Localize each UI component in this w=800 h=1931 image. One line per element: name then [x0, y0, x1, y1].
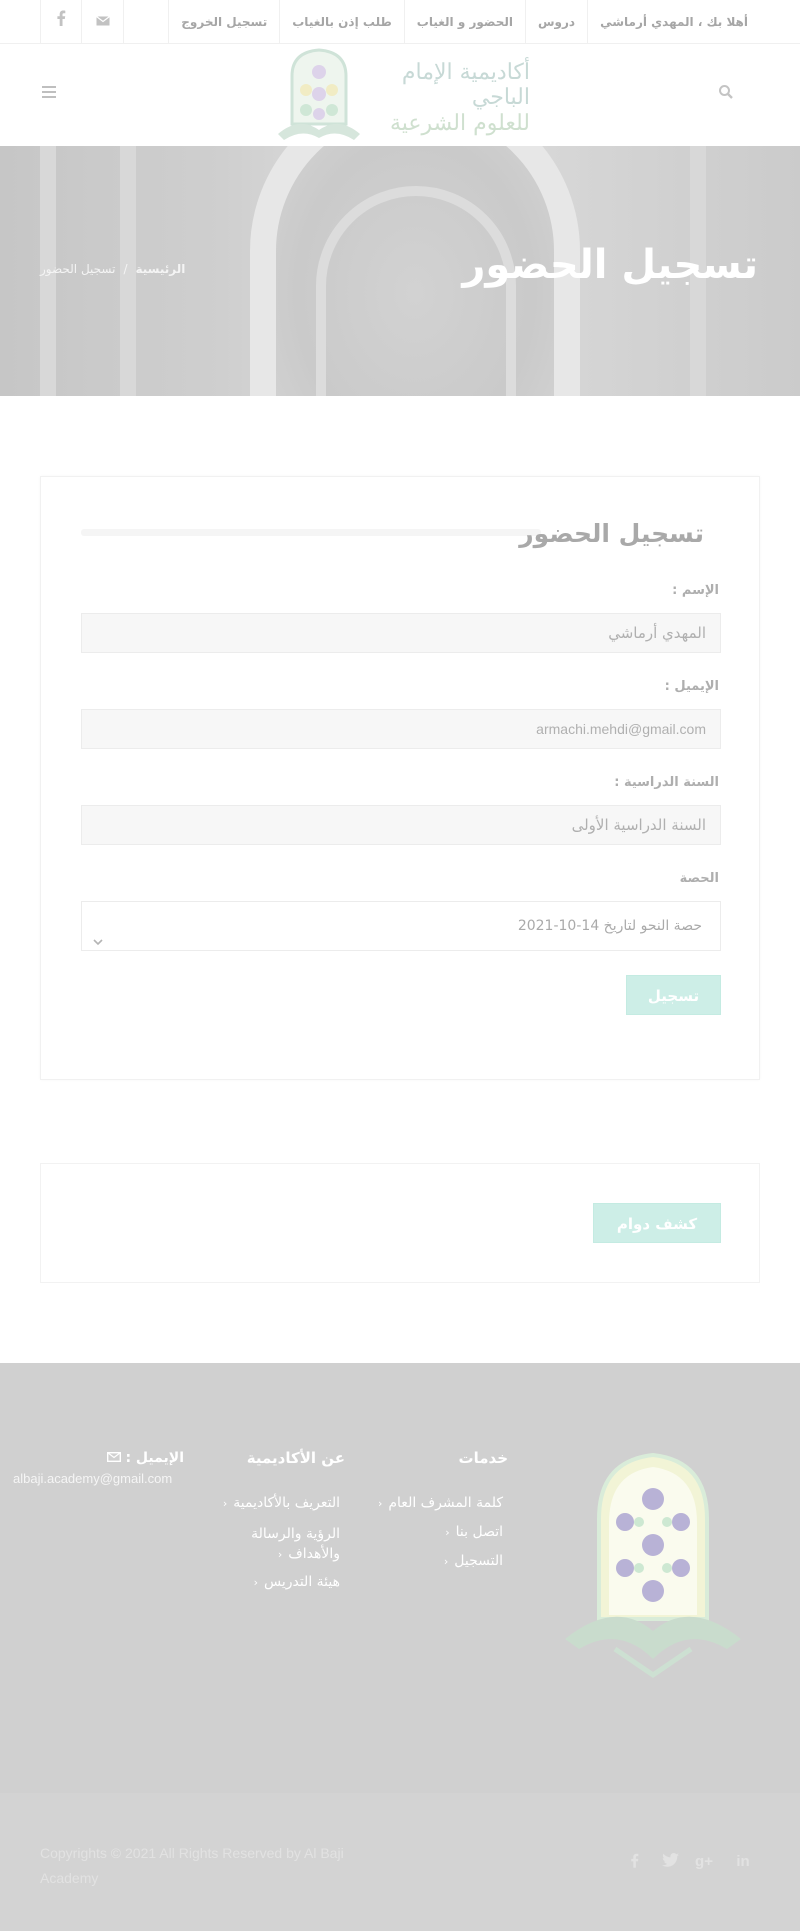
session-label: الحصة	[679, 871, 719, 886]
logo-line-1: أكاديمية الإمام الباجي	[401, 60, 530, 111]
footer-link-register[interactable]: التسجيل‹	[444, 1553, 503, 1569]
google-plus-icon[interactable]: g+	[694, 1853, 714, 1873]
menu-icon[interactable]	[42, 86, 56, 98]
twitter-icon[interactable]	[660, 1853, 680, 1873]
top-nav-lessons[interactable]: دروس	[524, 0, 587, 44]
attendance-report-card: كشف دوام	[40, 1163, 760, 1283]
name-field[interactable]: المهدي أرماشي	[81, 613, 721, 653]
envelope-icon[interactable]	[82, 0, 124, 44]
breadcrumb-separator: /	[123, 262, 128, 276]
academy-logo[interactable]: أكاديمية الإمام الباجي للعلوم الشرعية	[274, 46, 530, 146]
footer-logo-icon	[555, 1449, 751, 1679]
footer-link-vision[interactable]: الرؤية والرسالة والأهداف‹	[200, 1524, 340, 1565]
email-label: الإيميل :	[664, 679, 719, 694]
breadcrumb: الرئيسية / تسجيل الحضور	[40, 262, 185, 276]
session-select[interactable]: حصة النحو لتاريخ 14-10-2021	[81, 901, 721, 951]
attendance-report-button[interactable]: كشف دوام	[593, 1203, 721, 1243]
form-title: تسجيل الحضور	[519, 519, 704, 548]
breadcrumb-home[interactable]: الرئيسية	[136, 262, 186, 276]
name-label: الإسم :	[672, 583, 719, 598]
envelope-icon	[106, 1450, 121, 1466]
copyright-text: Copyrights © 2021 All Rights Reserved by…	[40, 1845, 344, 1886]
footer-email-label: الإيميل :	[106, 1450, 184, 1466]
logo-emblem-icon	[278, 48, 360, 140]
footer-services-title: خدمات	[458, 1449, 508, 1467]
chevron-down-icon	[92, 920, 104, 946]
year-label: السنة الدراسية :	[614, 775, 719, 790]
footer: خدمات كلمة المشرف العام‹ اتصل بنا‹ التسج…	[0, 1363, 800, 1793]
top-nav: أهلا بك ، المهدي أرماشي دروس الحضور و ال…	[168, 0, 760, 44]
top-nav-attendance[interactable]: الحضور و الغياب	[403, 0, 525, 44]
attendance-form-card: تسجيل الحضور الإسم : المهدي أرماشي الإيم…	[40, 476, 760, 1080]
top-nav-absence-request[interactable]: طلب إذن بالغياب	[279, 0, 404, 44]
breadcrumb-current: تسجيل الحضور	[40, 262, 116, 276]
footer-link-about[interactable]: التعريف بالأكاديمية‹	[223, 1495, 340, 1511]
facebook-icon[interactable]	[624, 1853, 644, 1873]
top-bar: أهلا بك ، المهدي أرماشي دروس الحضور و ال…	[0, 0, 800, 44]
footer-link-faculty[interactable]: هيئة التدريس‹	[254, 1574, 340, 1590]
footer-email[interactable]: albaji.academy@gmail.com	[13, 1471, 172, 1486]
search-icon[interactable]	[718, 84, 734, 100]
page-title: تسجيل الحضور	[462, 242, 758, 288]
logo-text: أكاديمية الإمام الباجي للعلوم الشرعية	[370, 60, 530, 136]
footer-link-supervisor-word[interactable]: كلمة المشرف العام‹	[378, 1495, 503, 1511]
facebook-icon[interactable]	[40, 0, 82, 44]
title-underline	[81, 529, 541, 536]
linkedin-icon[interactable]: in	[733, 1853, 753, 1873]
logo-line-2: للعلوم الشرعية	[389, 110, 530, 136]
copyright-bar: Copyrights © 2021 All Rights Reserved by…	[0, 1793, 800, 1931]
top-nav-welcome[interactable]: أهلا بك ، المهدي أرماشي	[587, 0, 760, 44]
year-field[interactable]: السنة الدراسية الأولى	[81, 805, 721, 845]
page-hero: تسجيل الحضور الرئيسية / تسجيل الحضور	[0, 146, 800, 396]
top-social-icons	[40, 0, 124, 44]
submit-attendance-button[interactable]: تسجيل	[626, 975, 721, 1015]
session-select-value: حصة النحو لتاريخ 14-10-2021	[517, 918, 702, 934]
header: أكاديمية الإمام الباجي للعلوم الشرعية	[0, 44, 800, 146]
footer-about-title: عن الأكاديمية	[246, 1449, 345, 1467]
email-field[interactable]: armachi.mehdi@gmail.com	[81, 709, 721, 749]
top-nav-logout[interactable]: تسجيل الخروج	[168, 0, 279, 44]
footer-link-contact[interactable]: اتصل بنا‹	[445, 1524, 503, 1540]
